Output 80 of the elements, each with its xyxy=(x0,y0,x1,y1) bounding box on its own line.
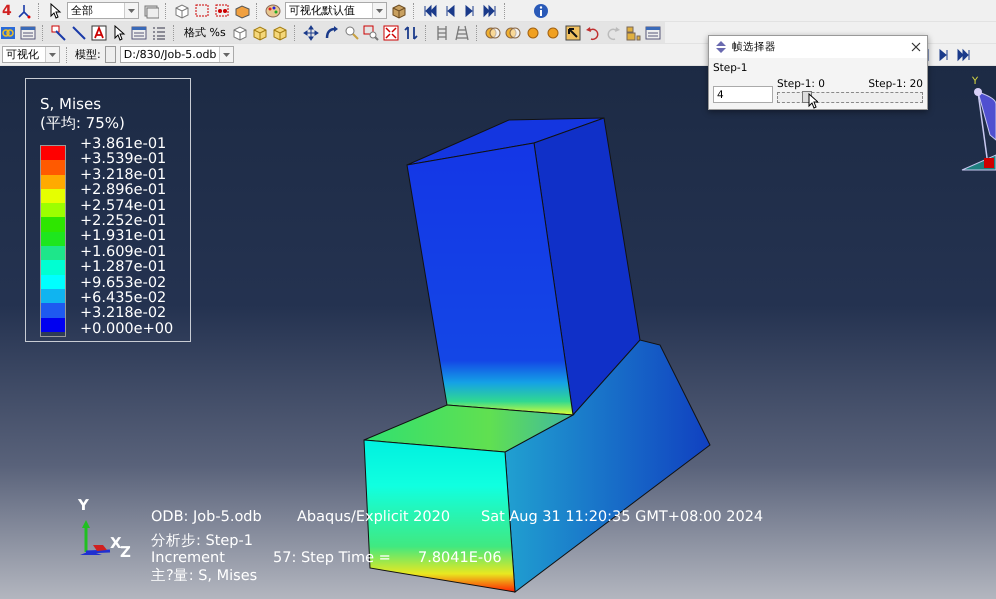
double-arrow-icon xyxy=(715,41,727,53)
arrows-icon[interactable] xyxy=(402,24,419,40)
shaded-box-icon[interactable] xyxy=(252,24,268,40)
axis-label: Z xyxy=(120,543,131,561)
sphere-icon[interactable] xyxy=(544,24,561,40)
variable-name: 主?量: S, Mises xyxy=(151,568,258,585)
caret-icon xyxy=(49,52,56,56)
cube-icon[interactable] xyxy=(390,2,407,18)
toolbar-text: 4 xyxy=(2,2,12,18)
first-frame-icon[interactable] xyxy=(422,2,438,18)
caret-icon xyxy=(223,52,230,56)
table-icon[interactable] xyxy=(644,24,661,40)
spheres-icon[interactable] xyxy=(484,24,501,40)
legend-value: +1.287e-01 xyxy=(80,260,168,276)
model-label: 模型: xyxy=(75,47,101,62)
part-icon[interactable] xyxy=(234,2,250,18)
boxes-icon[interactable] xyxy=(174,2,190,18)
selection-box-icon[interactable] xyxy=(194,2,210,18)
close-button[interactable] xyxy=(911,42,921,52)
step-name: 分析步: Step-1 xyxy=(151,532,253,550)
sphere-icon[interactable] xyxy=(524,24,541,40)
list-icon[interactable] xyxy=(151,24,167,40)
box-zoom-icon[interactable] xyxy=(362,24,379,40)
legend-subtitle: (平均: 75%) xyxy=(40,114,126,133)
triad-icon[interactable] xyxy=(16,2,32,18)
last-frame-icon[interactable] xyxy=(956,46,972,62)
legend-value: +1.931e-01 xyxy=(80,229,168,245)
shaded-box-icon[interactable] xyxy=(272,24,288,40)
legend-title: S, Mises xyxy=(40,95,102,114)
legend-value: +3.218e-01 xyxy=(80,168,168,183)
caret-icon xyxy=(128,8,135,12)
module-dropdown[interactable]: 可视化 xyxy=(2,46,60,63)
spheres-icon[interactable] xyxy=(504,24,521,40)
legend-value: +2.574e-01 xyxy=(80,198,168,214)
legend-value: +3.539e-01 xyxy=(80,152,168,168)
fit-view-icon[interactable] xyxy=(382,24,399,40)
increment-label: Increment xyxy=(151,550,226,568)
view-dropdown[interactable]: 可视化默认值 xyxy=(284,2,387,19)
axis-label: Y xyxy=(78,496,89,514)
legend-value: +0.000e+00 xyxy=(80,322,174,338)
overlay-icon[interactable] xyxy=(0,24,16,40)
text-icon[interactable] xyxy=(91,24,107,40)
format-button[interactable]: 格式 %s xyxy=(182,25,228,40)
slider-max-label: Step-1: 20 xyxy=(868,78,923,90)
axis-triad-drawing xyxy=(80,520,110,555)
table-icon[interactable] xyxy=(20,24,36,40)
undo-icon[interactable] xyxy=(584,24,601,40)
ladder-icon[interactable] xyxy=(454,24,470,40)
legend-value: +6.435e-02 xyxy=(80,291,168,306)
palette-icon[interactable] xyxy=(264,2,281,18)
caret-icon xyxy=(376,8,383,12)
legend-value: +2.252e-01 xyxy=(80,214,168,230)
window-icon[interactable] xyxy=(142,2,159,18)
legend-value: +9.653e-02 xyxy=(80,276,168,291)
slider-min-label: Step-1: 0 xyxy=(777,78,825,90)
line-icon[interactable] xyxy=(71,24,87,40)
axis-label: Y xyxy=(972,76,978,87)
info-icon[interactable] xyxy=(532,2,549,18)
node-selection-icon[interactable] xyxy=(214,2,230,18)
selection-dropdown[interactable]: 全部 xyxy=(66,2,139,19)
frame-input-field[interactable]: 4 xyxy=(713,86,773,103)
frame-slider[interactable] xyxy=(777,92,923,103)
pointer-icon[interactable] xyxy=(564,24,581,40)
table-icon[interactable] xyxy=(131,24,147,40)
legend-value: +2.896e-01 xyxy=(80,183,168,199)
legend-value: +3.861e-01 xyxy=(80,137,168,152)
blocks-icon[interactable] xyxy=(624,24,641,40)
step-time: 7.8041E-06 xyxy=(418,550,502,568)
zoom-icon[interactable] xyxy=(342,24,359,40)
dialog-title: 帧选择器 xyxy=(732,40,777,54)
arrow-annotation-icon[interactable] xyxy=(51,24,67,40)
legend-value: +1.609e-01 xyxy=(80,244,168,260)
box-icon[interactable] xyxy=(232,24,248,40)
axis-label: X xyxy=(110,534,122,552)
step-label: Step-1 xyxy=(713,62,748,74)
last-frame-icon[interactable] xyxy=(482,2,498,18)
legend-value: +3.218e-02 xyxy=(80,306,168,322)
pan-icon[interactable] xyxy=(302,24,319,40)
model-dropdown[interactable]: D:/830/Job-5.odb xyxy=(120,46,234,63)
odb-name: ODB: Job-5.odb xyxy=(151,509,263,526)
